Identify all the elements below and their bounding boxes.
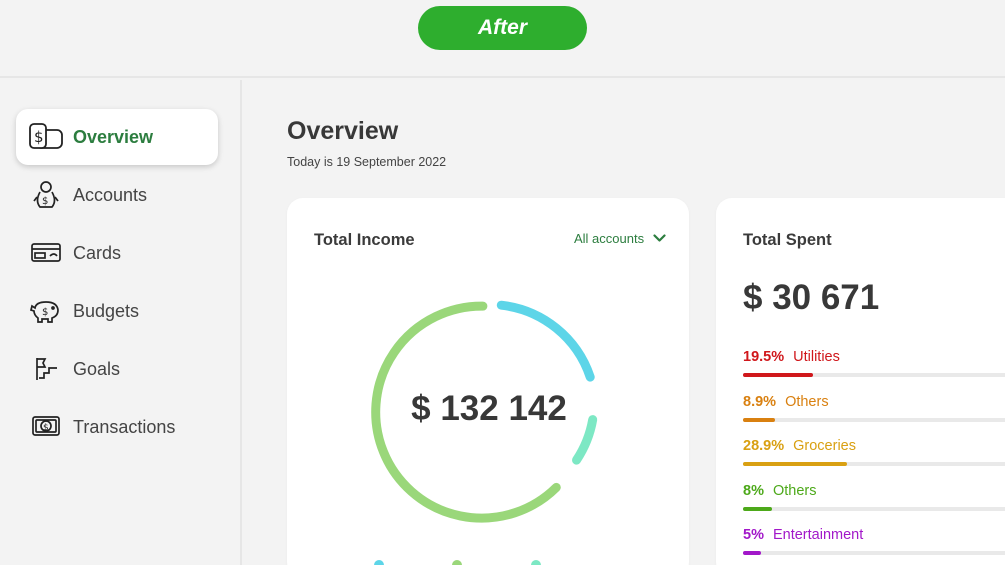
page-date: Today is 19 September 2022 [287,155,447,169]
spent-category-row: 5% Entertainment [743,527,1005,561]
legend-dot [452,560,462,565]
category-label: Utilities [793,349,840,365]
money-transfer-icon: $ [28,411,64,443]
sidebar-item-overview[interactable]: $ Overview [16,109,218,165]
progress-fill [743,418,775,422]
progress-fill [743,551,761,555]
card-title: Total Income [314,231,415,249]
progress-fill [743,373,813,377]
piggy-bank-icon: $ [28,295,64,327]
page-title: Overview [287,117,399,145]
sidebar-item-label: Goals [73,358,121,379]
card-title: Total Spent [743,231,832,249]
progress-fill [743,507,772,511]
bank-account-icon: $ [28,179,64,211]
svg-text:$: $ [42,307,48,318]
sidebar-item-accounts[interactable]: $ Accounts [16,167,218,223]
category-percent: 8% [743,483,764,499]
category-label: Entertainment [772,527,864,543]
spent-amount: $ 30 671 [743,278,880,317]
account-filter-label: All accounts [574,231,645,246]
svg-text:$: $ [43,423,49,433]
category-label: Groceries [793,438,856,454]
sidebar-item-label: Transactions [73,416,176,437]
credit-card-icon [28,237,64,269]
spent-category-row: 28.9% Groceries [743,438,1005,472]
sidebar-item-label: Cards [73,242,122,263]
total-spent-card: Total Spent $ 30 671 19.5% Utilities 8.9… [716,198,1005,565]
category-percent: 8.9% [743,394,777,410]
account-filter-dropdown[interactable]: All accounts [574,231,666,246]
progress-track [743,551,1005,555]
sidebar-item-label: Budgets [73,300,140,321]
spent-category-row: 8% Others [743,483,1005,517]
svg-text:$: $ [42,196,48,207]
sidebar: $ Overview $ Accounts Cards $ Budgets Go… [0,80,242,565]
spent-category-row: 8.9% Others [743,394,1005,428]
progress-track [743,462,1005,466]
top-banner: After [0,0,1005,78]
sidebar-item-transactions[interactable]: $ Transactions [16,399,218,455]
progress-track [743,373,1005,377]
legend-dot [374,560,384,565]
category-percent: 19.5% [743,349,785,365]
total-income-card: Total Income All accounts $ 132 142 [287,198,689,565]
svg-text:$: $ [34,128,44,146]
chevron-down-icon [653,231,666,246]
sidebar-item-label: Overview [73,126,154,147]
progress-fill [743,462,847,466]
goal-flag-icon [28,353,64,385]
progress-track [743,418,1005,422]
main-content: Overview Today is 19 September 2022 Tota… [244,80,1005,565]
sidebar-item-goals[interactable]: Goals [16,341,218,397]
income-amount: $ 132 142 [411,389,567,428]
after-badge: After [418,6,587,50]
category-label: Others [785,394,829,410]
wallet-dollar-icon: $ [28,121,64,153]
sidebar-item-label: Accounts [73,184,148,205]
sidebar-item-cards[interactable]: Cards [16,225,218,281]
legend-dot [531,560,541,565]
progress-track [743,507,1005,511]
category-percent: 28.9% [743,438,785,454]
sidebar-item-budgets[interactable]: $ Budgets [16,283,218,339]
spent-category-row: 19.5% Utilities [743,349,1005,383]
category-label: Others [772,483,817,499]
category-percent: 5% [743,527,764,543]
